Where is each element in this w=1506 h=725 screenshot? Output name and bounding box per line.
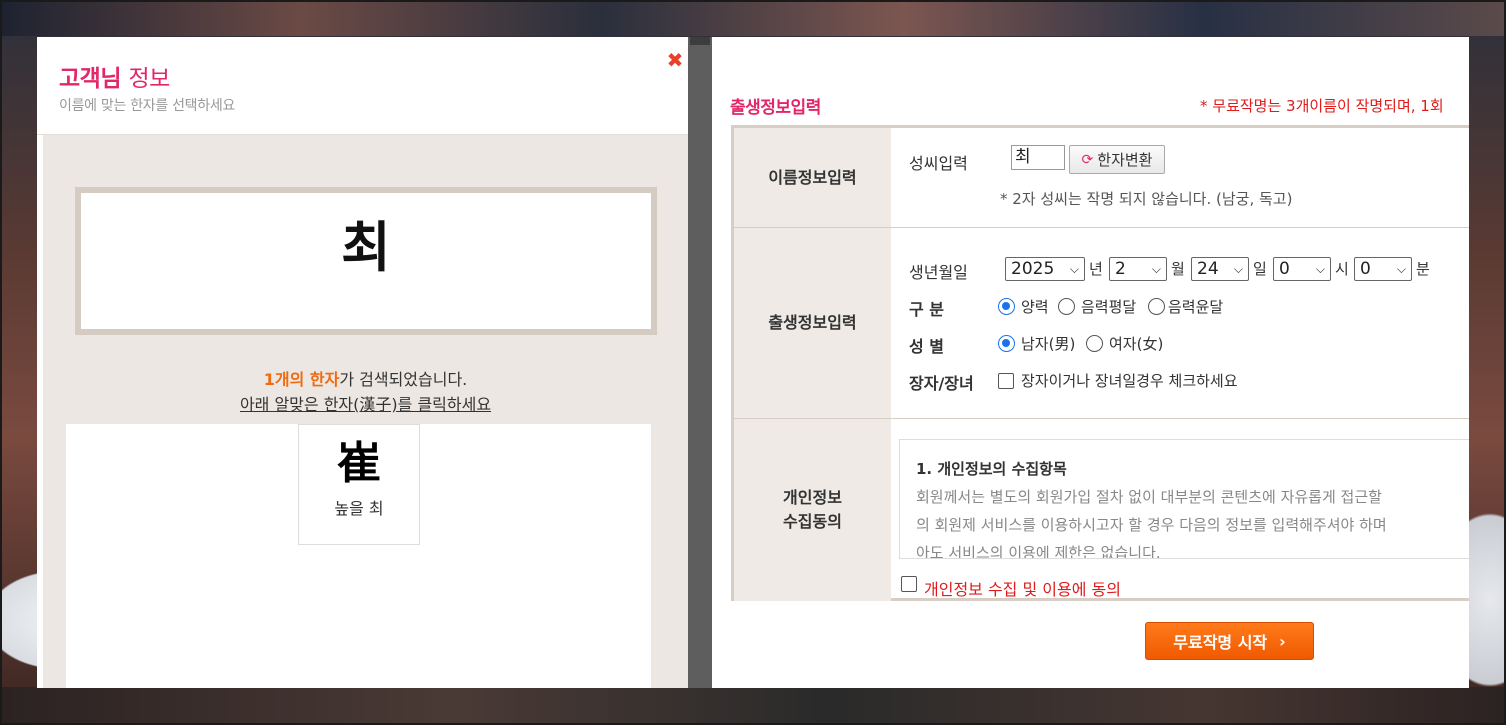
start-button-label: 무료작명 시작 [1173,633,1268,652]
start-free-naming-button[interactable]: 무료작명 시작 › [1145,622,1314,660]
privacy-agree-label: 개인정보 수집 및 이용에 동의 [924,580,1121,599]
search-result-text: 1개의 한자가 검색되었습니다. [43,366,688,390]
month-select[interactable]: 2 ⌵ [1109,257,1167,281]
chevron-down-icon: ⌵ [1151,262,1161,276]
gender-male-radio[interactable] [998,335,1015,352]
firstborn-label: 장자/장녀 [909,374,974,393]
privacy-agree-checkbox[interactable] [901,576,917,592]
close-icon[interactable]: ✖ [666,50,684,70]
privacy-head-line1: 개인정보 [783,488,842,507]
minute-unit: 분 [1416,260,1430,278]
year-value: 2025 [1011,259,1055,279]
hanja-convert-label: 한자변환 [1097,151,1153,169]
birth-info-head: 출생정보입력 [734,228,891,418]
name-character: 최 [341,215,391,279]
privacy-terms-line: 회원께서는 별도의 회원가입 절차 없이 대부분의 콘텐츠에 자유롭게 접근할 [916,488,1382,506]
calendar-solar-radio[interactable] [998,298,1015,315]
year-unit: 년 [1089,260,1103,278]
chevron-down-icon: ⌵ [1315,262,1325,276]
chevron-down-icon: ⌵ [1233,262,1243,276]
surname-note: * 2자 성씨는 작명 되지 않습니다. (남궁, 독고) [1000,190,1293,208]
privacy-terms-line: 아도 서비스의 이용에 제한은 없습니다. [916,544,1161,559]
day-unit: 일 [1253,260,1267,278]
search-result-rest: 가 검색되었습니다. [339,370,468,389]
hour-select[interactable]: 0 ⌵ [1273,257,1331,281]
privacy-row: 개인정보 수집동의 1. 개인정보의 수집항목 회원께서는 별도의 회원가입 절… [734,419,1469,601]
modal-body: 최 1개의 한자가 검색되었습니다. 아래 알맞은 한자(漢子)를 클릭하세요 … [43,135,688,688]
calendar-lunar-leap-label: 음력윤달 [1168,298,1224,316]
privacy-head-line2: 수집동의 [783,512,842,531]
modal-scrollbar[interactable] [688,37,712,688]
month-unit: 월 [1171,260,1185,278]
month-value: 2 [1115,259,1126,279]
calendar-label: 구 분 [909,300,945,319]
hanja-meaning: 높을 최 [334,499,384,518]
hanja-character: 崔 [337,438,381,489]
gender-female-radio[interactable] [1086,335,1103,352]
gender-label: 성 별 [909,337,945,356]
name-info-head: 이름정보입력 [734,128,891,227]
calendar-solar-label: 양력 [1021,298,1049,316]
surname-label: 성씨입력 [909,154,968,173]
form-table: 이름정보입력 성씨입력 최 ⟳ 한자변환 * 2자 성씨는 작명 되지 않습니다… [731,125,1469,601]
firstborn-checkbox[interactable] [998,373,1014,389]
privacy-terms-title: 1. 개인정보의 수집항목 [916,460,1067,478]
hanja-option[interactable]: 崔 높을 최 [298,424,420,545]
calendar-lunar-regular-radio[interactable] [1058,298,1075,315]
privacy-terms-line: 의 회원제 서비스를 이용하시고자 할 경우 다음의 정보를 입력해주셔야 하며 [916,516,1387,534]
modal-subtitle: 이름에 맞는 한자를 선택하세요 [59,98,235,114]
hour-unit: 시 [1335,260,1349,278]
modal-title-light: 정보 [128,66,171,92]
birth-info-row: 출생정보입력 생년월일 2025 ⌵ 년 2 ⌵ 월 24 ⌵ 일 0 ⌵ 시 0 ⌵ 분… [734,228,1469,419]
modal-title: 고객님 정보 [59,59,170,93]
birth-info-form-panel: 출생정보입력 * 무료작명는 3개이름이 작명되며, 1회 이름정보입력 성씨입… [712,37,1469,688]
year-select[interactable]: 2025 ⌵ [1005,257,1085,281]
free-naming-note: * 무료작명는 3개이름이 작명되며, 1회 [1200,97,1444,115]
convert-icon: ⟳ [1081,151,1094,168]
click-hint: 아래 알맞은 한자(漢子)를 클릭하세요 [239,395,492,414]
hanja-convert-button[interactable]: ⟳ 한자변환 [1069,145,1165,174]
privacy-head: 개인정보 수집동의 [734,419,891,601]
day-select[interactable]: 24 ⌵ [1191,257,1249,281]
scrollbar-thumb[interactable] [690,37,710,45]
minute-value: 0 [1360,259,1371,279]
firstborn-text: 장자이거나 장녀일경우 체크하세요 [1021,372,1238,390]
calendar-lunar-leap-radio[interactable] [1148,298,1165,315]
modal-header: 고객님 정보 이름에 맞는 한자를 선택하세요 ✖ [37,37,688,135]
surname-input[interactable]: 최 [1011,145,1065,170]
gender-male-label: 남자(男) [1021,335,1076,353]
form-title: 출생정보입력 [730,98,821,118]
name-info-row: 이름정보입력 성씨입력 최 ⟳ 한자변환 * 2자 성씨는 작명 되지 않습니다… [734,128,1469,228]
calendar-lunar-regular-label: 음력평달 [1081,298,1137,316]
minute-select[interactable]: 0 ⌵ [1354,257,1412,281]
hour-value: 0 [1279,259,1290,279]
name-display-box: 최 [75,187,657,335]
day-value: 24 [1197,259,1219,279]
birthdate-label: 생년월일 [909,263,968,282]
privacy-terms-box[interactable]: 1. 개인정보의 수집항목 회원께서는 별도의 회원가입 절차 없이 대부분의 … [899,439,1469,559]
hanja-result-list: 崔 높을 최 [66,424,651,688]
chevron-down-icon: ⌵ [1069,262,1079,276]
modal-title-strong: 고객님 [59,66,121,92]
chevron-down-icon: ⌵ [1396,262,1406,276]
customer-info-modal: 고객님 정보 이름에 맞는 한자를 선택하세요 ✖ 최 1개의 한자가 검색되었… [37,37,688,688]
chevron-right-icon: › [1279,631,1286,651]
search-result-count: 1개의 한자 [263,370,340,389]
gender-female-label: 여자(女) [1109,335,1164,353]
background-bottom [0,687,1506,725]
background-top [0,0,1506,36]
